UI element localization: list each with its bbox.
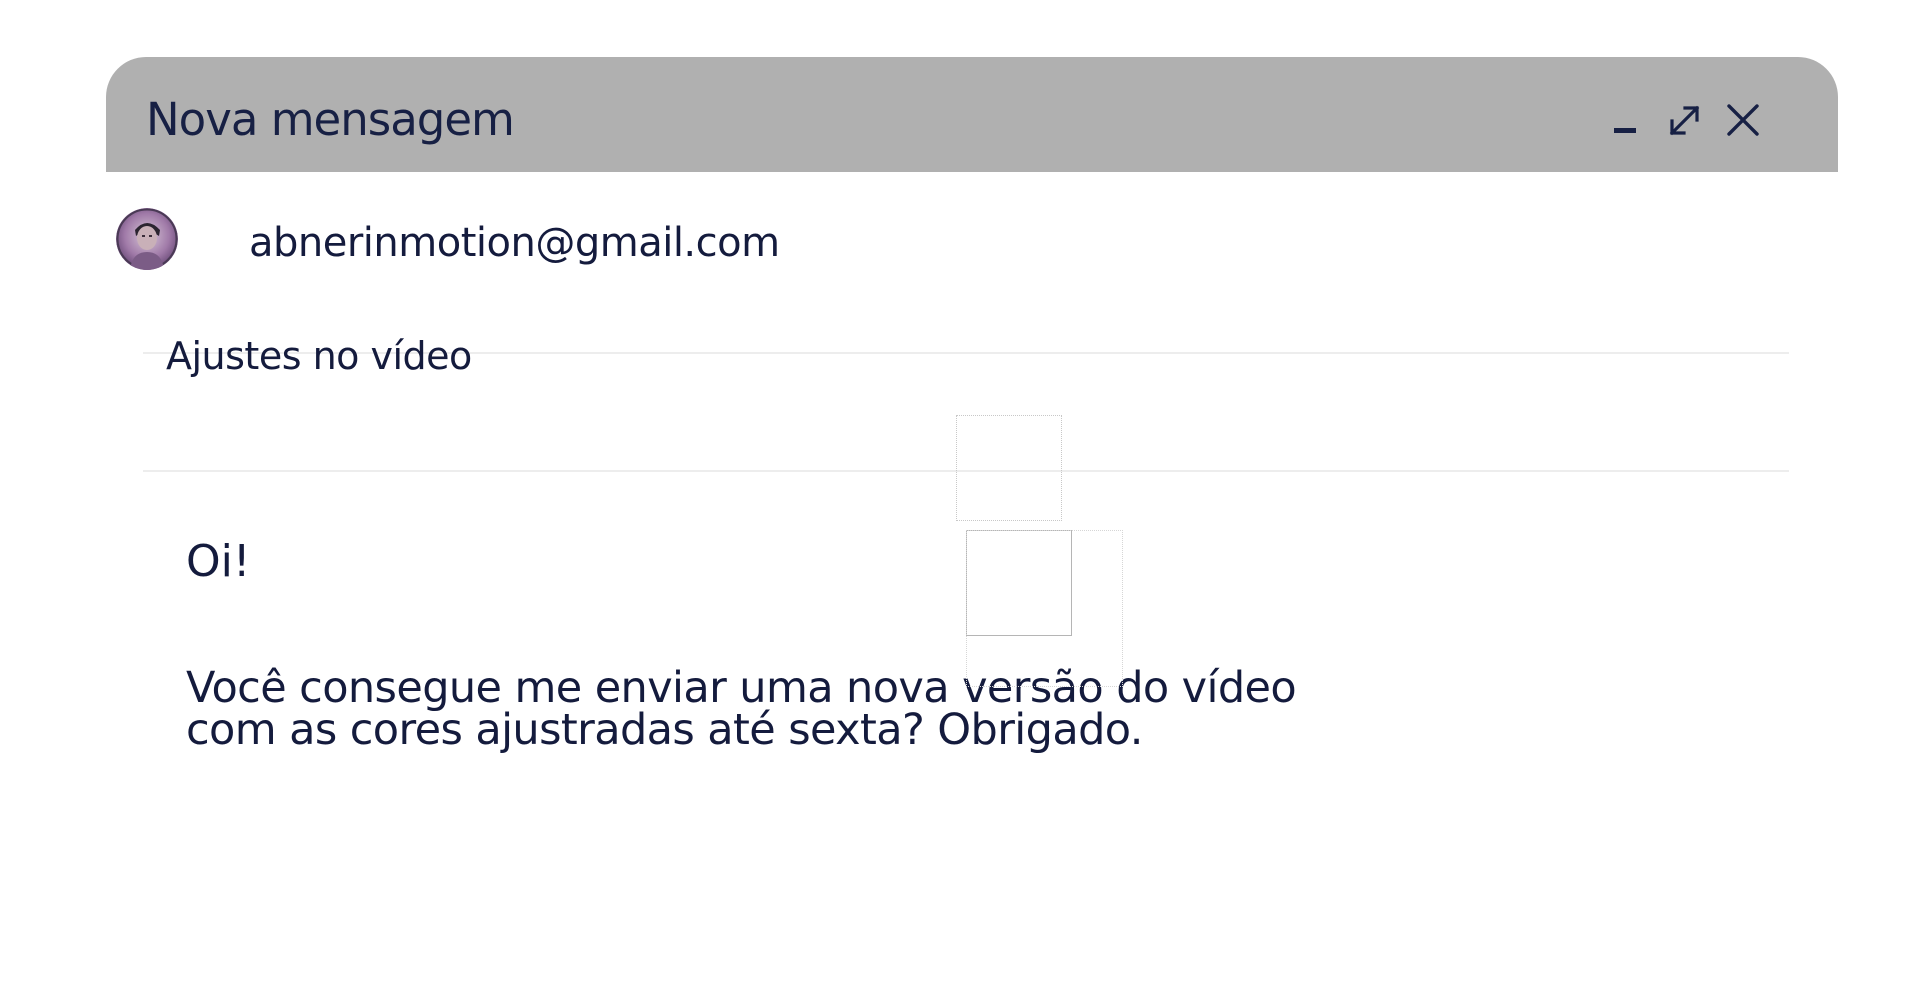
close-button[interactable] [1723, 100, 1763, 140]
close-icon [1727, 104, 1759, 136]
selection-outline [956, 415, 1062, 521]
selection-outline [966, 530, 1123, 687]
message-text: Você consegue me enviar uma nova versão … [186, 663, 1297, 755]
expand-icon [1669, 105, 1700, 136]
expand-button[interactable] [1664, 100, 1704, 140]
minimize-icon [1614, 128, 1636, 133]
subject-text: Ajustes no vídeo [166, 334, 472, 378]
message-line-2: com as cores ajustradas até sexta? Obrig… [186, 705, 1143, 755]
compose-title: Nova mensagem [146, 93, 515, 146]
recipient-address: abnerinmotion@gmail.com [249, 220, 780, 266]
minimize-button[interactable] [1606, 100, 1646, 140]
message-line-1: Você consegue me enviar uma nova versão … [186, 663, 1297, 713]
compose-titlebar[interactable]: Nova mensagem [106, 57, 1838, 172]
message-greeting: Oi! [186, 536, 251, 587]
avatar [116, 208, 178, 270]
compose-window: Nova mensagem abnerinmotion@gmail.com Aj… [106, 57, 1838, 957]
